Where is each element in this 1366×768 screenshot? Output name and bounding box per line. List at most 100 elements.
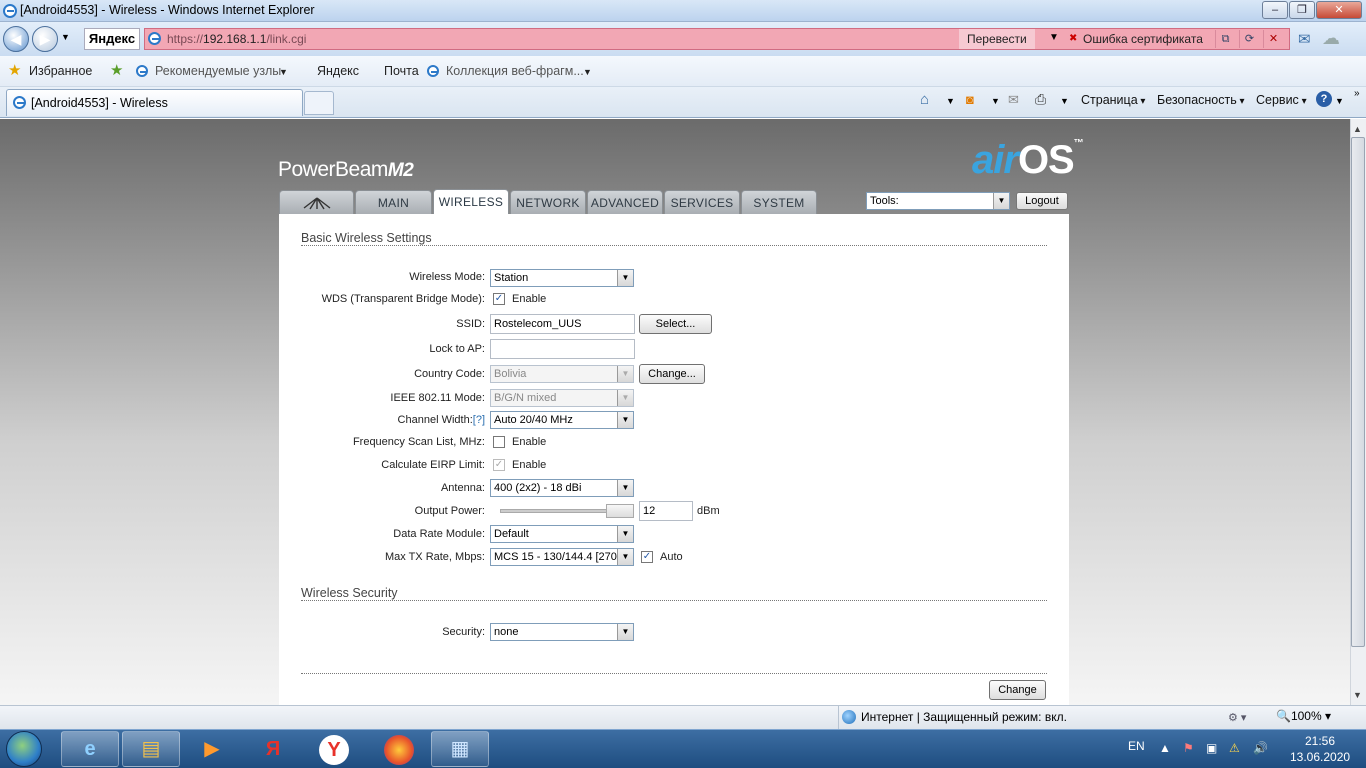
tab-system[interactable]: SYSTEM xyxy=(741,190,817,214)
wds-checkbox[interactable]: ✓ xyxy=(493,293,505,305)
stop-icon[interactable]: ✕ xyxy=(1263,30,1283,48)
status-bar: Интернет | Защищенный режим: вкл. ⚙ ▾ xyxy=(0,705,1366,729)
favorites-item-mail[interactable]: Почта xyxy=(384,64,419,78)
wireless-mode-select[interactable]: Station ▼ xyxy=(490,269,634,287)
internet-zone-icon xyxy=(842,710,856,724)
minimize-button[interactable]: – xyxy=(1262,1,1288,19)
read-mail-icon[interactable]: ✉ xyxy=(1008,92,1019,108)
address-bar[interactable]: https://192.168.1.1/link.cgi Перевести ▼… xyxy=(144,28,1290,50)
refresh-icon[interactable]: ⟳ xyxy=(1239,30,1259,48)
taskbar-firefox-button[interactable] xyxy=(370,731,428,767)
security-select[interactable]: none ▼ xyxy=(490,623,634,641)
suggested-dropdown-icon[interactable]: ▼ xyxy=(279,67,288,77)
channel-width-help-link[interactable]: [?] xyxy=(473,414,485,426)
max-tx-auto-checkbox[interactable]: ✓ xyxy=(641,551,653,563)
url-text[interactable]: https://192.168.1.1/link.cgi xyxy=(167,32,306,46)
translate-dropdown-icon[interactable]: ▼ xyxy=(1049,32,1059,43)
mail-icon[interactable]: ✉ xyxy=(1298,30,1311,48)
output-power-input[interactable]: 12 xyxy=(639,501,693,521)
add-favorites-icon[interactable]: ★ xyxy=(110,61,123,79)
weather-icon[interactable]: ☁ xyxy=(1322,28,1340,49)
frequency-scan-checkbox[interactable] xyxy=(493,436,505,448)
translate-button[interactable]: Перевести xyxy=(959,29,1035,49)
home-dropdown-icon[interactable]: ▼ xyxy=(946,96,955,106)
tray-icon-alert[interactable]: ⚠ xyxy=(1229,741,1240,755)
channel-width-select[interactable]: Auto 20/40 MHz ▼ xyxy=(490,411,634,429)
channel-width-label: Channel Width:[?] xyxy=(397,414,485,426)
forward-button[interactable]: ▶ xyxy=(32,26,58,52)
help-dropdown-icon[interactable]: ▼ xyxy=(1335,96,1344,106)
rss-icon[interactable]: ◙ xyxy=(966,92,974,107)
scroll-down-icon[interactable]: ▼ xyxy=(1353,690,1362,700)
basic-wireless-heading: Basic Wireless Settings xyxy=(301,231,432,245)
chevron-more-icon[interactable]: » xyxy=(1354,88,1360,99)
language-indicator[interactable]: EN xyxy=(1128,739,1145,753)
protected-mode-icon[interactable]: ⚙ ▾ xyxy=(1228,711,1246,724)
page-menu[interactable]: Страница xyxy=(1081,93,1145,107)
new-tab-button[interactable] xyxy=(304,91,334,115)
ssid-input[interactable]: Rostelecom_UUS xyxy=(490,314,635,334)
home-icon[interactable]: ⌂ xyxy=(920,91,929,108)
ieee-mode-label: IEEE 802.11 Mode: xyxy=(390,392,485,404)
ssid-select-button[interactable]: Select... xyxy=(639,314,712,334)
volume-icon[interactable]: 🔊 xyxy=(1253,741,1268,755)
show-hidden-icons[interactable]: ▲ xyxy=(1159,741,1171,755)
ubiquiti-logo-icon xyxy=(303,197,330,210)
print-dropdown-icon[interactable]: ▼ xyxy=(1060,96,1069,106)
logout-button[interactable]: Logout xyxy=(1016,192,1068,210)
favorites-button[interactable]: Избранное xyxy=(29,64,92,78)
tray-icon-usb[interactable]: ▣ xyxy=(1206,741,1217,755)
system-clock[interactable]: 21:56 13.06.2020 xyxy=(1290,733,1350,765)
taskbar-explorer-button[interactable]: ▤ xyxy=(122,731,180,767)
tab-services[interactable]: SERVICES xyxy=(664,190,740,214)
tab-main[interactable]: MAIN xyxy=(355,190,432,214)
wds-enable-label: Enable xyxy=(512,293,547,305)
favorites-item-webslice[interactable]: Коллекция веб-фрагм... xyxy=(446,64,584,78)
certificate-error-button[interactable]: Ошибка сертификата xyxy=(1067,29,1203,49)
tab-page-icon xyxy=(13,96,26,109)
scroll-up-icon[interactable]: ▲ xyxy=(1353,124,1362,134)
tools-select[interactable]: Tools: ▼ xyxy=(866,192,1010,210)
change-button[interactable]: Change xyxy=(989,680,1046,700)
help-icon[interactable]: ? xyxy=(1316,91,1332,107)
security-menu[interactable]: Безопасность xyxy=(1157,93,1245,107)
history-dropdown-icon[interactable]: ▼ xyxy=(61,32,70,42)
close-window-button[interactable]: ✕ xyxy=(1316,1,1362,19)
tab-android-wireless[interactable]: [Android4553] - Wireless xyxy=(6,89,303,116)
ie-icon xyxy=(3,4,17,18)
max-tx-rate-select[interactable]: MCS 15 - 130/144.4 [270/▼ xyxy=(490,548,634,566)
tab-wireless[interactable]: WIRELESS xyxy=(433,189,509,215)
print-icon[interactable]: ⎙ xyxy=(1035,91,1046,108)
tab-ubnt-logo[interactable] xyxy=(279,190,354,214)
eirp-label: Calculate EIRP Limit: xyxy=(381,459,485,471)
taskbar-yandex-browser-button[interactable]: Y xyxy=(305,731,363,767)
taskbar-ie-button[interactable]: e xyxy=(61,731,119,767)
chevron-down-icon: ▼ xyxy=(617,270,633,286)
tab-advanced[interactable]: ADVANCED xyxy=(587,190,663,214)
rss-dropdown-icon[interactable]: ▼ xyxy=(991,96,1000,106)
data-rate-select[interactable]: Default ▼ xyxy=(490,525,634,543)
lock-ap-input[interactable] xyxy=(490,339,635,359)
country-change-button[interactable]: Change... xyxy=(639,364,705,384)
network-tray-icon[interactable]: ⚑ xyxy=(1183,741,1194,755)
max-tx-auto-label: Auto xyxy=(660,551,683,563)
back-button[interactable]: ◀ xyxy=(3,26,29,52)
yandex-search-logo[interactable]: Яндекс xyxy=(84,28,140,50)
zoom-level[interactable]: 🔍100% ▾ xyxy=(1276,709,1331,723)
compatibility-icon[interactable]: ⧉ xyxy=(1215,30,1235,48)
tab-network[interactable]: NETWORK xyxy=(510,190,586,214)
start-button[interactable] xyxy=(6,731,42,767)
taskbar-yandex-button[interactable]: Я xyxy=(244,731,302,767)
taskbar-control-panel-button[interactable]: ▦ xyxy=(431,731,489,767)
favorites-item-yandex[interactable]: Яндекс xyxy=(317,64,359,78)
security-zone-status[interactable]: Интернет | Защищенный режим: вкл. xyxy=(838,706,1067,729)
maximize-button[interactable]: ❐ xyxy=(1289,1,1315,19)
tools-menu[interactable]: Сервис xyxy=(1256,93,1307,107)
taskbar-media-button[interactable]: ▶ xyxy=(183,731,241,767)
webslice-dropdown-icon[interactable]: ▼ xyxy=(583,67,592,77)
ssid-label: SSID: xyxy=(456,318,485,330)
output-power-slider-handle[interactable] xyxy=(606,504,634,518)
scrollbar-thumb[interactable] xyxy=(1351,137,1365,647)
favorites-item-suggested[interactable]: Рекомендуемые узлы xyxy=(155,64,281,78)
antenna-select[interactable]: 400 (2x2) - 18 dBi ▼ xyxy=(490,479,634,497)
